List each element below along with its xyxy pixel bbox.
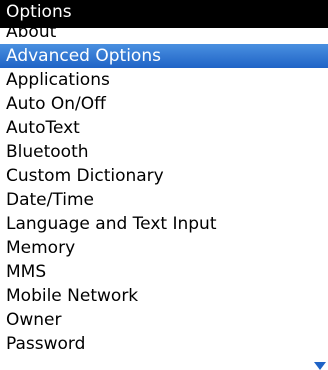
list-item-owner[interactable]: Owner (0, 308, 328, 332)
list-item-mms[interactable]: MMS (0, 260, 328, 284)
list-item-bluetooth[interactable]: Bluetooth (0, 140, 328, 164)
list-item-date-time[interactable]: Date/Time (0, 188, 328, 212)
options-screen: Options About Advanced Options Applicati… (0, 0, 328, 370)
list-item-custom-dictionary[interactable]: Custom Dictionary (0, 164, 328, 188)
list-item-password[interactable]: Password (0, 332, 328, 356)
list-item-mobile-network[interactable]: Mobile Network (0, 284, 328, 308)
list-item-advanced-options[interactable]: Advanced Options (0, 44, 328, 68)
list-item-auto-on-off[interactable]: Auto On/Off (0, 92, 328, 116)
list-item-applications[interactable]: Applications (0, 68, 328, 92)
chevron-down-icon (314, 362, 326, 370)
list-item-about[interactable]: About (0, 20, 328, 44)
list-item-autotext[interactable]: AutoText (0, 116, 328, 140)
list-item-language-and-text-input[interactable]: Language and Text Input (0, 212, 328, 236)
list-item-memory[interactable]: Memory (0, 236, 328, 260)
